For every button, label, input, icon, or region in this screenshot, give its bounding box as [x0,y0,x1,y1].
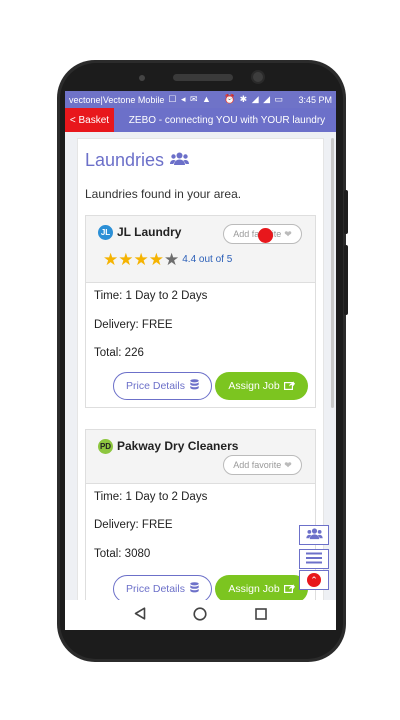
volume-button [344,245,348,315]
star-rating: ★ ★ ★ ★ ★ 4.4 out of 5 [103,251,232,268]
menu-icon [306,552,322,567]
price-details-label: Price Details [126,380,185,392]
laundry-card: JL JL Laundry Add favorite ❤ ★ ★ ★ ★ ★ 4… [85,215,316,408]
star-icon: ★ [118,250,134,269]
touch-indicator [258,228,273,243]
share-icon [283,380,295,393]
system-icons: ⏰ ✱ ◢ ◢ ▭ [223,94,285,104]
app-bar: < Basket ZEBO - connecting YOU with YOUR… [65,108,336,132]
add-favorite-button[interactable]: Add favorite ❤ [223,455,302,475]
back-to-basket-button[interactable]: < Basket [65,108,114,132]
star-icon: ★ [103,250,119,269]
power-button [344,190,348,234]
add-favorite-label: Add favorite [233,460,282,470]
app-title: ZEBO - connecting YOU with YOUR laundry [128,114,326,126]
recents-square-icon[interactable] [255,607,267,623]
earpiece-speaker [173,74,233,81]
scrollbar[interactable] [331,138,334,408]
order-total: Total: 3080 [94,548,151,560]
price-details-label: Price Details [126,583,185,595]
star-icon: ★ [148,250,164,269]
users-icon [170,150,190,171]
heart-icon: ❤ [284,228,292,239]
price-details-button[interactable]: Price Details [113,372,212,400]
notification-icons: ☐ ◂ ✉ ▲ [168,94,212,104]
assign-job-label: Assign Job [228,583,280,595]
scroll-to-top-button[interactable]: ⌃ [299,570,329,590]
clock: 3:45 PM [298,94,332,105]
carrier-label: vectone|Vectone Mobile [69,94,165,105]
delivery-fee: Delivery: FREE [94,319,173,331]
database-icon [190,379,199,393]
main-content: Laundries Laundries found in your area. … [65,132,336,629]
page-title: Laundries [85,150,165,170]
users-icon [305,527,323,543]
status-bar: vectone|Vectone Mobile ☐ ◂ ✉ ▲ ⏰ ✱ ◢ ◢ ▭… [65,91,336,108]
delivery-fee: Delivery: FREE [94,519,173,531]
page-heading: Laundries [85,150,190,171]
assign-job-button[interactable]: Assign Job [215,575,308,603]
phone-screen: vectone|Vectone Mobile ☐ ◂ ✉ ▲ ⏰ ✱ ◢ ◢ ▭… [65,91,336,630]
assign-job-label: Assign Job [228,380,280,392]
database-icon [190,582,199,596]
arrow-up-icon: ⌃ [307,573,321,587]
share-icon [283,583,295,596]
android-nav-bar [65,600,336,630]
turnaround-time: Time: 1 Day to 2 Days [94,491,208,503]
laundry-name: Pakway Dry Cleaners [117,439,239,453]
heart-icon: ❤ [284,459,292,470]
floating-users-button[interactable] [299,525,329,545]
back-triangle-icon[interactable] [134,607,146,623]
star-icon: ★ [133,250,149,269]
front-camera [251,70,265,84]
rating-text[interactable]: 4.4 out of 5 [182,254,232,265]
order-total: Total: 226 [94,347,144,359]
results-subtext: Laundries found in your area. [85,187,242,201]
laundry-name: JL Laundry [117,225,182,239]
assign-job-button[interactable]: Assign Job [215,372,308,400]
proximity-sensor [139,75,145,81]
home-circle-icon[interactable] [193,606,208,624]
laundries-page: Laundries Laundries found in your area. … [77,138,324,629]
floating-menu-button[interactable] [299,549,329,569]
laundry-card-header: PD Pakway Dry Cleaners Add favorite ❤ [86,430,315,484]
laundry-card: PD Pakway Dry Cleaners Add favorite ❤ Ti… [85,429,316,629]
turnaround-time: Time: 1 Day to 2 Days [94,290,208,302]
laundry-logo: JL [98,225,113,240]
star-partial-icon: ★ [164,250,180,269]
laundry-logo: PD [98,439,113,454]
laundry-card-header: JL JL Laundry Add favorite ❤ ★ ★ ★ ★ ★ 4… [86,216,315,283]
price-details-button[interactable]: Price Details [113,575,212,603]
